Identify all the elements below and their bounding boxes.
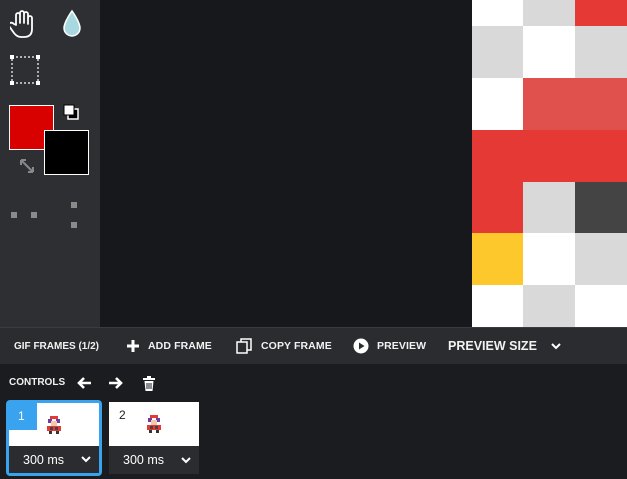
gif-frames-bar: GIF FRAMES (1/2) ADD FRAME COPY FRAME PR…: [0, 327, 627, 364]
swap-colors-icon[interactable]: [17, 156, 37, 176]
plus-icon: [127, 340, 139, 352]
copy-frame-button[interactable]: COPY FRAME: [236, 338, 332, 354]
copy-frame-label: COPY FRAME: [261, 340, 332, 352]
frame-number: 2: [119, 408, 126, 422]
frame-card-1[interactable]: 1 300 ms: [6, 400, 102, 476]
delete-frame-button[interactable]: [139, 373, 159, 393]
add-frame-button[interactable]: ADD FRAME: [126, 339, 212, 353]
trash-icon: [143, 375, 155, 391]
hand-icon[interactable]: [9, 8, 37, 40]
arrow-left-icon: [77, 377, 91, 389]
eyedropper-icon[interactable]: [60, 8, 84, 40]
marquee-select-icon[interactable]: [8, 53, 42, 87]
chevron-down-icon: [551, 342, 561, 349]
preview-label: PREVIEW: [377, 340, 427, 352]
tool-dot: [71, 202, 77, 208]
frame-controls: CONTROLS 1 300 ms 2 300 ms: [0, 364, 627, 479]
frame-thumbnail: [47, 416, 61, 434]
add-frame-label: ADD FRAME: [148, 340, 212, 352]
canvas-workspace[interactable]: [100, 0, 472, 327]
tool-panel: [0, 0, 100, 327]
frame-duration-select[interactable]: 300 ms: [9, 446, 99, 473]
preview-button[interactable]: PREVIEW: [353, 338, 426, 354]
tool-dot: [31, 212, 37, 218]
arrow-right-icon: [109, 377, 123, 389]
reset-colors-icon[interactable]: [62, 103, 80, 121]
play-circle-icon: [353, 338, 369, 354]
frame-card-2[interactable]: 2 300 ms: [109, 402, 199, 474]
move-frame-right-button[interactable]: [106, 373, 126, 393]
preview-size-dropdown[interactable]: PREVIEW SIZE: [448, 339, 561, 353]
tool-dot: [71, 222, 77, 228]
pixel-canvas[interactable]: [472, 0, 627, 327]
copy-icon: [236, 338, 252, 354]
frame-duration-value: 300 ms: [123, 453, 164, 467]
gif-editor: GIF FRAMES (1/2) ADD FRAME COPY FRAME PR…: [0, 0, 627, 479]
gif-frames-title: GIF FRAMES (1/2): [14, 340, 100, 352]
frame-number: 1: [9, 403, 37, 430]
controls-label: CONTROLS: [9, 377, 66, 388]
secondary-color-swatch[interactable]: [44, 130, 89, 175]
tool-dot: [11, 212, 17, 218]
frame-thumbnail: [147, 415, 161, 433]
frame-duration-value: 300 ms: [23, 452, 64, 467]
frame-duration-select[interactable]: 300 ms: [109, 446, 199, 474]
chevron-down-icon: [81, 456, 91, 463]
move-frame-left-button[interactable]: [74, 373, 94, 393]
chevron-down-icon: [181, 456, 191, 463]
preview-size-label: PREVIEW SIZE: [448, 339, 537, 353]
